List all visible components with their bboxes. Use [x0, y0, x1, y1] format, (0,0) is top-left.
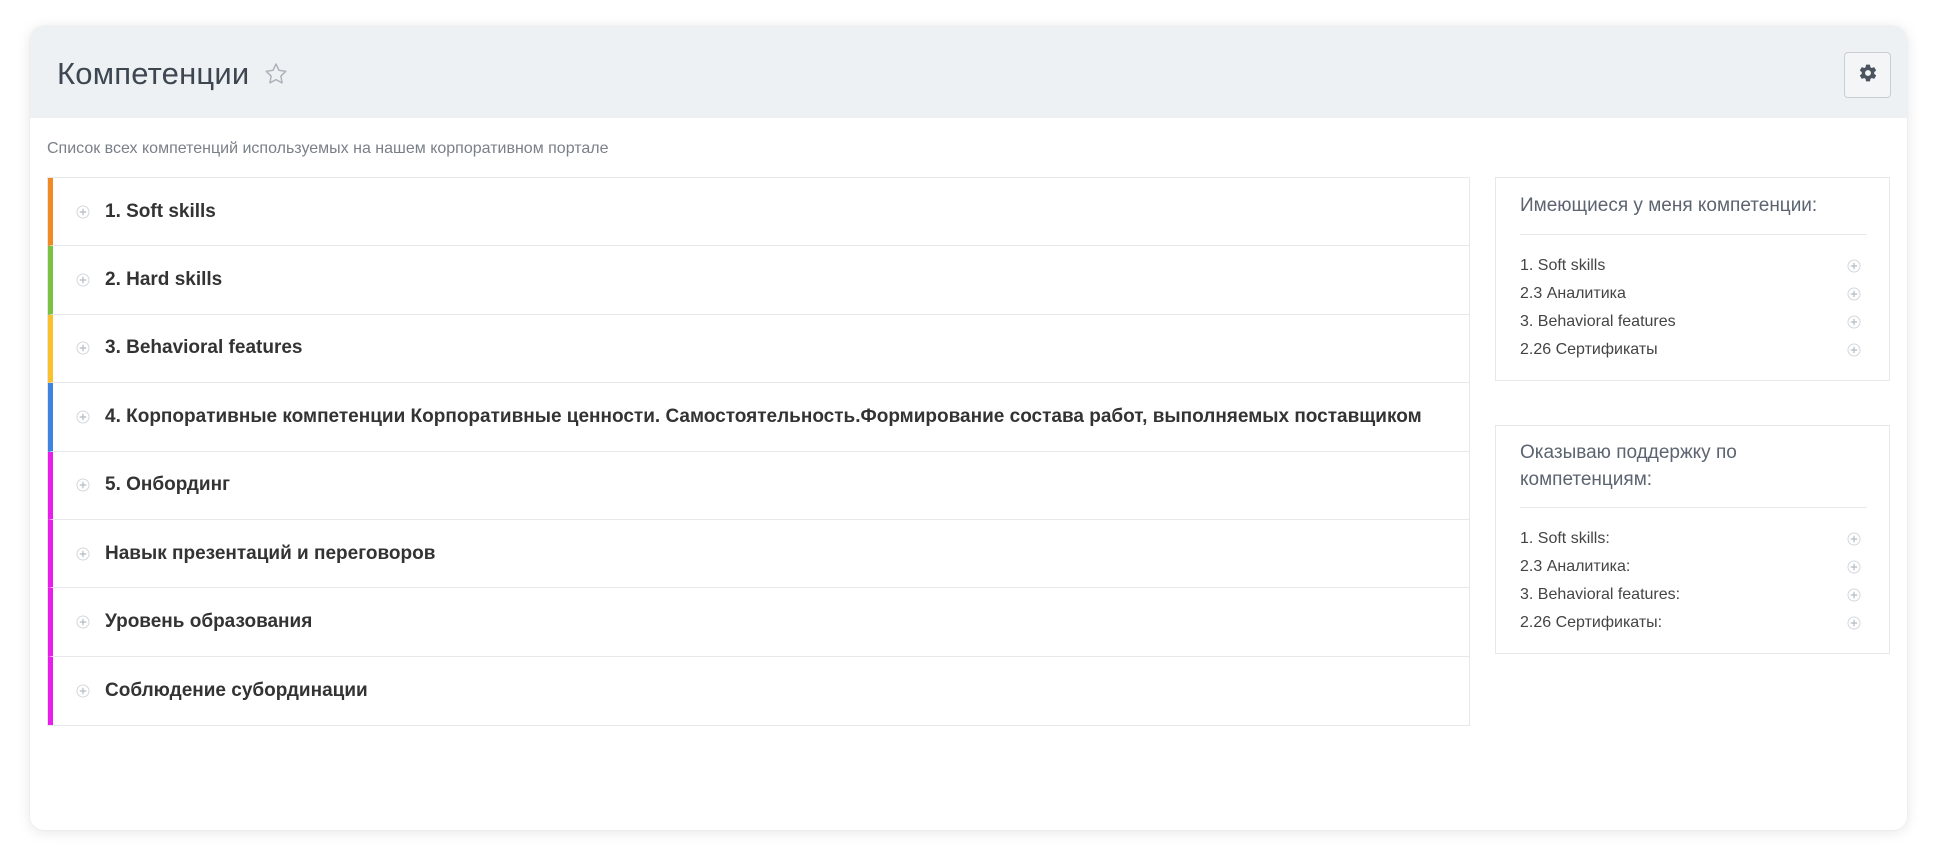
page-description: Список всех компетенций используемых на …	[47, 140, 609, 157]
panel-item-label: 2.26 Сертификаты	[1520, 341, 1658, 358]
competency-row[interactable]: Навык презентаций и переговоров	[48, 519, 1469, 589]
card-body: Список всех компетенций используемых на …	[30, 118, 1907, 830]
competency-row[interactable]: Уровень образования	[48, 588, 1469, 657]
competency-label: 5. Онбординг	[105, 474, 230, 496]
competency-row[interactable]: 5. Онбординг	[48, 451, 1469, 520]
gear-icon	[1858, 63, 1878, 88]
competency-label: 2. Hard skills	[105, 269, 223, 291]
panel-item-label: 3. Behavioral features	[1520, 313, 1676, 330]
page-title: Компетенции	[57, 56, 250, 91]
panel-item: 1. Soft skills:	[1520, 527, 1867, 551]
competency-label: Уровень образования	[105, 611, 313, 633]
plus-circle-icon[interactable]	[1847, 287, 1861, 301]
expand-plus-icon[interactable]	[76, 547, 90, 561]
plus-circle-icon[interactable]	[1847, 532, 1861, 546]
expand-plus-icon[interactable]	[76, 478, 90, 492]
expand-plus-icon[interactable]	[76, 273, 90, 287]
expand-plus-icon[interactable]	[76, 410, 90, 424]
panel-divider	[1520, 234, 1867, 235]
competencies-card: Компетенции Список всех компетенций испо…	[30, 26, 1907, 830]
competency-row[interactable]: 3. Behavioral features	[48, 314, 1469, 384]
competency-row[interactable]: Соблюдение субординации	[48, 656, 1469, 726]
plus-circle-icon[interactable]	[1847, 343, 1861, 357]
competency-label: Соблюдение субординации	[105, 679, 368, 701]
panel-item: 2.3 Аналитика:	[1520, 555, 1867, 579]
settings-button[interactable]	[1844, 52, 1891, 98]
panel-item-label: 1. Soft skills	[1520, 257, 1606, 274]
plus-circle-icon[interactable]	[1847, 616, 1861, 630]
panel-item-label: 3. Behavioral features:	[1520, 586, 1681, 603]
panel-title: Имеющиеся у меня компетенции:	[1520, 195, 1818, 216]
panel-item: 2.26 Сертификаты	[1520, 338, 1867, 362]
panel-item-label: 2.3 Аналитика:	[1520, 558, 1631, 575]
competency-label: 1. Soft skills	[105, 200, 216, 222]
plus-circle-icon[interactable]	[1847, 560, 1861, 574]
panel-item: 2.26 Сертификаты:	[1520, 611, 1867, 635]
panel-item: 1. Soft skills	[1520, 254, 1867, 278]
panel-item-label: 2.26 Сертификаты:	[1520, 614, 1663, 631]
support-competencies-panel: Оказываю поддержку по компетенциям: 1. S…	[1495, 425, 1890, 654]
plus-circle-icon[interactable]	[1847, 259, 1861, 273]
panel-item: 3. Behavioral features:	[1520, 583, 1867, 607]
title-wrap: Компетенции	[57, 56, 289, 92]
competency-label: 3. Behavioral features	[105, 337, 303, 359]
competency-label: 4. Корпоративные компетенции Корпоративн…	[105, 405, 1422, 427]
panel-divider	[1520, 507, 1867, 508]
card-header: Компетенции	[30, 26, 1907, 118]
expand-plus-icon[interactable]	[76, 684, 90, 698]
plus-circle-icon[interactable]	[1847, 588, 1861, 602]
panel-item: 2.3 Аналитика	[1520, 282, 1867, 306]
expand-plus-icon[interactable]	[76, 341, 90, 355]
competency-row[interactable]: 4. Корпоративные компетенции Корпоративн…	[48, 383, 1469, 452]
competency-row[interactable]: 2. Hard skills	[48, 246, 1469, 315]
competency-list: 1. Soft skills 2. Hard skills 3. Behavio…	[47, 177, 1470, 727]
expand-plus-icon[interactable]	[76, 615, 90, 629]
plus-circle-icon[interactable]	[1847, 315, 1861, 329]
competency-row[interactable]: 1. Soft skills	[48, 178, 1469, 247]
expand-plus-icon[interactable]	[76, 205, 90, 219]
panel-item-label: 2.3 Аналитика	[1520, 285, 1626, 302]
competency-label: Навык презентаций и переговоров	[105, 542, 436, 564]
panel-title: Оказываю поддержку по компетенциям:	[1520, 442, 1737, 490]
panel-item-label: 1. Soft skills:	[1520, 530, 1610, 547]
star-icon[interactable]	[263, 61, 289, 87]
panel-item: 3. Behavioral features	[1520, 310, 1867, 334]
my-competencies-panel: Имеющиеся у меня компетенции: 1. Soft sk…	[1495, 177, 1890, 381]
